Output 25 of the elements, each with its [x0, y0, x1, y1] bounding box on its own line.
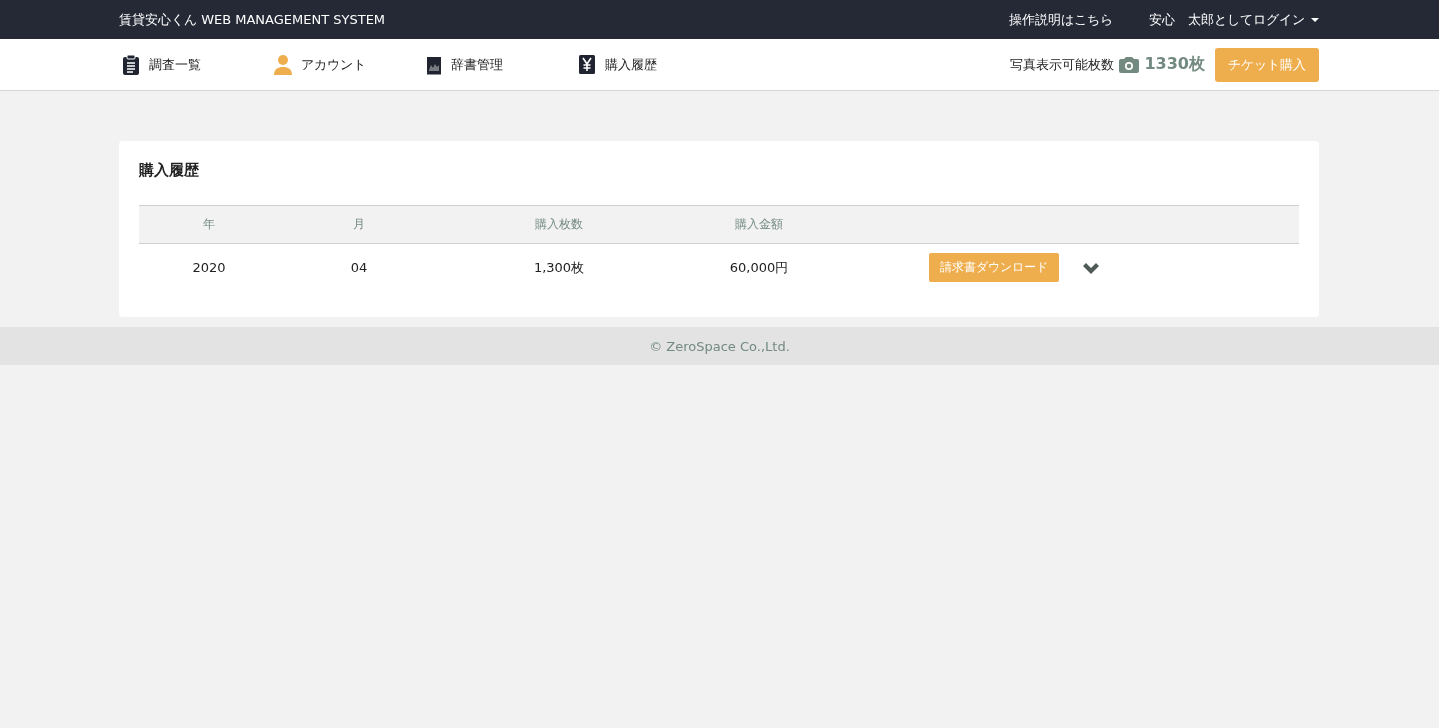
column-header: 購入金額 [679, 205, 839, 244]
help-link[interactable]: 操作説明はこちら [1009, 10, 1113, 29]
photo-quota-label: 写真表示可能枚数 [1010, 55, 1115, 74]
book-icon [426, 54, 442, 75]
app-title: 賃貸安心くん WEB MANAGEMENT SYSTEM [119, 10, 387, 29]
nav-item[interactable]: アカウント [274, 53, 426, 76]
table-cell: 1,300枚 [439, 243, 679, 291]
copyright-text: © ZeroSpace Co.,Ltd. [649, 338, 790, 354]
clipboard-icon [122, 53, 140, 76]
camera-icon [1119, 56, 1140, 73]
table-cell: 2020 [139, 243, 279, 291]
nav-item[interactable]: 辞書管理 [426, 53, 578, 76]
yen-book-icon [578, 54, 596, 75]
photo-quota-value: 1330枚 [1144, 54, 1205, 75]
column-header: 年 [139, 205, 279, 244]
caret-icon [1311, 17, 1319, 22]
panel-title: 購入履歴 [139, 161, 200, 180]
nav-item[interactable]: 購入履歴 [578, 53, 730, 76]
column-header: 購入枚数 [439, 205, 679, 244]
table-cell: 04 [279, 243, 439, 291]
nav-item[interactable]: 調査一覧 [122, 53, 274, 76]
column-header: 月 [279, 205, 439, 244]
user-menu[interactable]: 安心 太郎としてログイン [1149, 10, 1319, 29]
person-icon [274, 54, 292, 75]
table-cell: 60,000円 [679, 243, 839, 291]
